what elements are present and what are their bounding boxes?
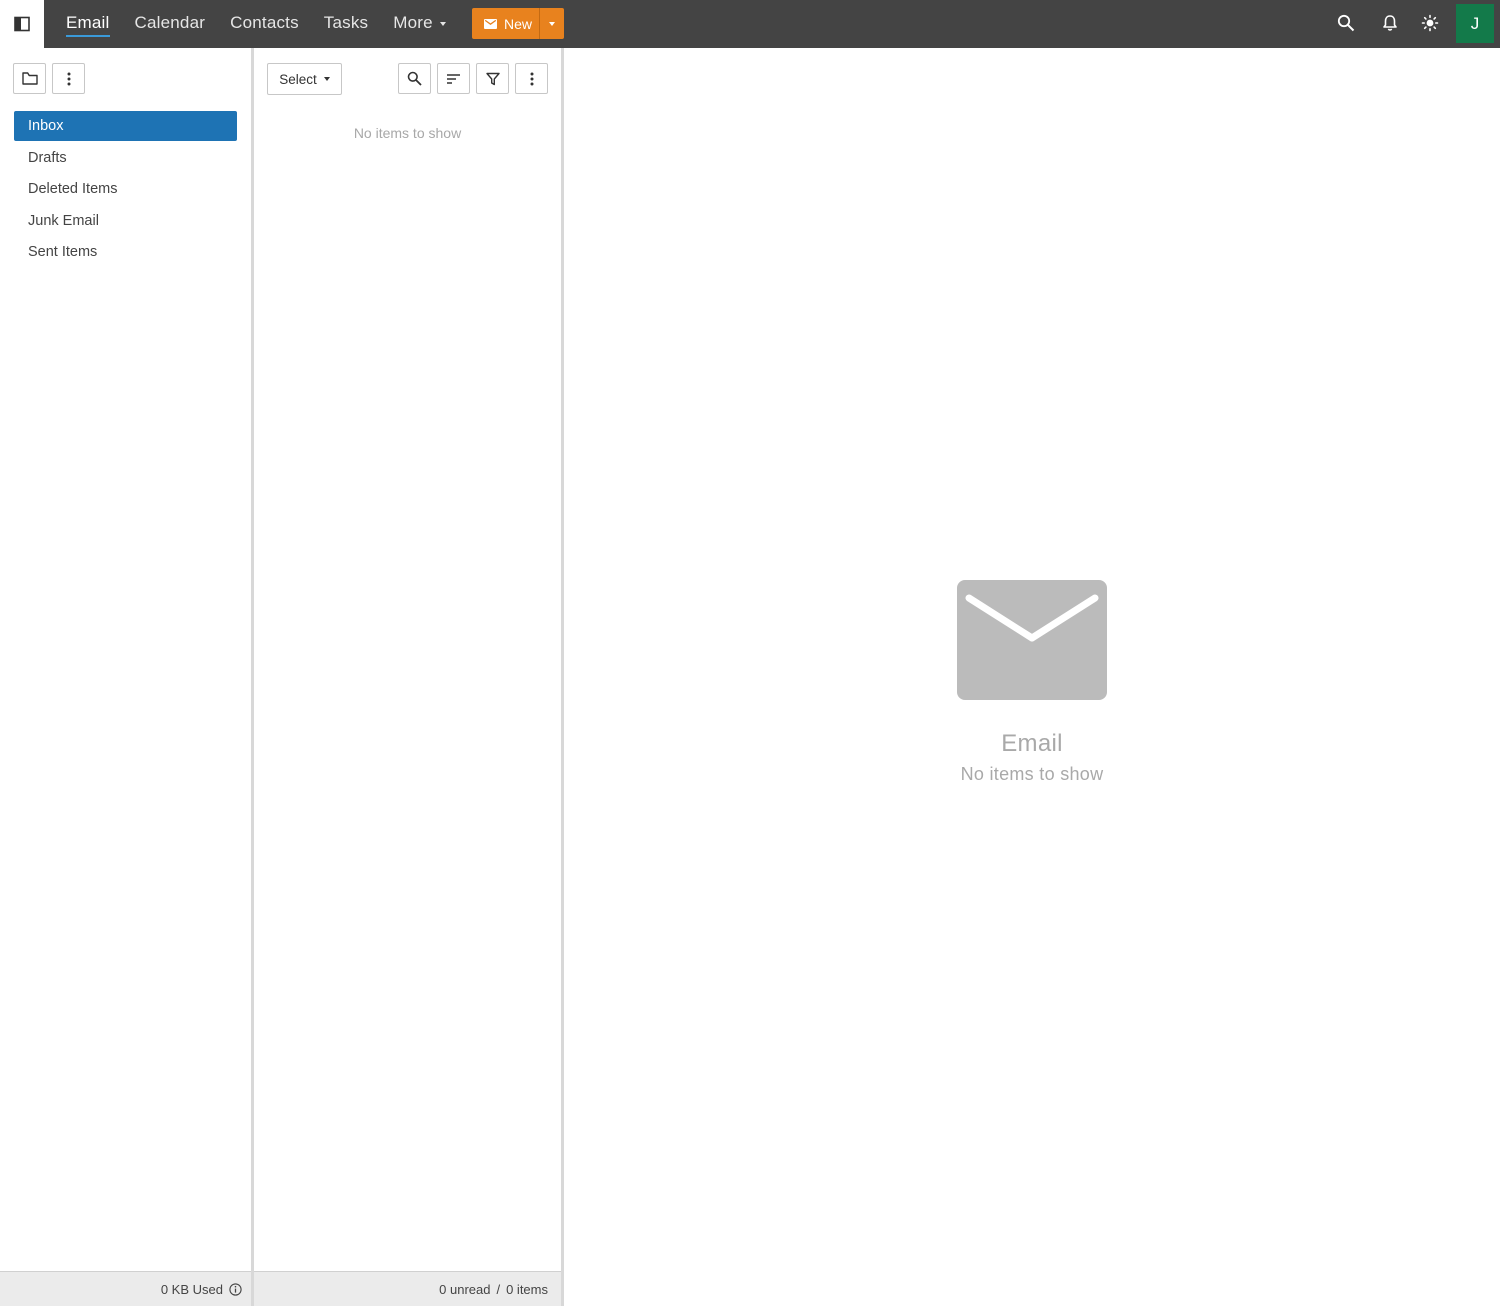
info-icon[interactable] bbox=[229, 1282, 242, 1296]
top-bar: Email Calendar Contacts Tasks More New J bbox=[0, 0, 1500, 48]
sidebar-toggle-button[interactable] bbox=[0, 0, 44, 48]
nav-email[interactable]: Email bbox=[66, 13, 110, 37]
empty-state-title: Email bbox=[1001, 730, 1063, 757]
filter-icon bbox=[485, 72, 500, 85]
folder-item-inbox[interactable]: Inbox bbox=[14, 111, 237, 141]
search-icon bbox=[407, 71, 422, 86]
nav-contacts[interactable]: Contacts bbox=[230, 13, 299, 33]
folder-item-sent-items[interactable]: Sent Items bbox=[14, 237, 237, 267]
storage-used-text: 0 KB Used bbox=[160, 1281, 223, 1297]
new-dropdown-button[interactable] bbox=[539, 8, 564, 39]
reading-pane: Email No items to show bbox=[564, 48, 1500, 1306]
nav-more[interactable]: More bbox=[393, 13, 446, 33]
nav-calendar[interactable]: Calendar bbox=[135, 13, 206, 33]
more-vertical-icon bbox=[67, 72, 70, 85]
empty-state: Email No items to show bbox=[564, 580, 1500, 785]
select-dropdown[interactable]: Select bbox=[267, 63, 342, 95]
mail-icon bbox=[484, 18, 497, 29]
folder-icon bbox=[21, 72, 38, 85]
folder-button[interactable] bbox=[13, 63, 46, 94]
nav-more-label: More bbox=[393, 13, 433, 32]
chevron-down-icon bbox=[439, 21, 446, 26]
bell-icon bbox=[1383, 15, 1397, 31]
new-button-label: New bbox=[504, 15, 533, 32]
folder-pane: Inbox Drafts Deleted Items Junk Email Se… bbox=[0, 48, 251, 1306]
new-button-group: New bbox=[472, 8, 564, 39]
more-vertical-icon bbox=[530, 72, 533, 85]
folder-item-junk-email[interactable]: Junk Email bbox=[14, 206, 237, 236]
sort-button[interactable] bbox=[437, 63, 470, 94]
item-count: 0 items bbox=[506, 1281, 548, 1297]
new-message-button[interactable]: New bbox=[472, 8, 539, 39]
list-empty-text: No items to show bbox=[353, 125, 462, 141]
avatar[interactable]: J bbox=[1456, 4, 1494, 43]
unread-count: 0 unread bbox=[439, 1281, 491, 1297]
notifications-button[interactable] bbox=[1379, 12, 1401, 34]
folder-item-drafts[interactable]: Drafts bbox=[14, 143, 237, 173]
message-list-pane: Select No items to show bbox=[254, 48, 561, 1306]
chevron-down-icon bbox=[549, 21, 555, 26]
select-label: Select bbox=[279, 71, 317, 87]
filter-button[interactable] bbox=[476, 63, 509, 94]
envelope-icon bbox=[957, 580, 1107, 700]
chevron-down-icon bbox=[323, 77, 330, 81]
search-icon bbox=[1337, 14, 1355, 32]
sort-icon bbox=[447, 73, 460, 84]
storage-status-bar: 0 KB Used bbox=[0, 1271, 251, 1306]
folder-item-deleted-items[interactable]: Deleted Items bbox=[14, 174, 237, 204]
main-nav: Email Calendar Contacts Tasks More bbox=[66, 0, 471, 46]
status-separator: / bbox=[496, 1281, 501, 1297]
empty-state-subtitle: No items to show bbox=[960, 764, 1104, 784]
theme-toggle-button[interactable] bbox=[1419, 12, 1441, 34]
sun-icon bbox=[1421, 14, 1439, 32]
nav-tasks[interactable]: Tasks bbox=[324, 13, 368, 33]
list-options-button[interactable] bbox=[515, 63, 548, 94]
search-messages-button[interactable] bbox=[398, 63, 431, 94]
sidebar-toggle-icon bbox=[14, 16, 30, 32]
message-status-bar: 0 unread / 0 items bbox=[254, 1271, 561, 1306]
folder-list: Inbox Drafts Deleted Items Junk Email Se… bbox=[14, 111, 237, 269]
folder-options-button[interactable] bbox=[52, 63, 85, 94]
search-button[interactable] bbox=[1335, 12, 1357, 34]
